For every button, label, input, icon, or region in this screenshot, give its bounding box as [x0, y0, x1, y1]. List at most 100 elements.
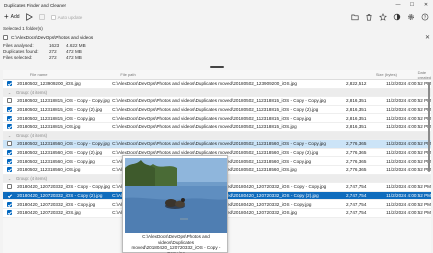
preview-caption: C:\AlexDocs\DevOps\Photos and videos\Dup… — [131, 234, 221, 253]
row-checkbox[interactable] — [6, 201, 12, 207]
date-cell: 11/2/2024 4:00:52 PM — [386, 193, 431, 199]
help-icon[interactable]: ? — [421, 13, 429, 21]
file-path-cell: C:\AlexDocs\DevOps\Photos and videos\Dup… — [112, 115, 312, 121]
row-checkbox[interactable] — [6, 184, 12, 190]
auto-update-checkbox[interactable]: Auto update — [50, 14, 83, 20]
remove-folder-icon[interactable]: ✕ — [425, 34, 430, 41]
chevron-down-icon[interactable]: ⌄ — [3, 176, 16, 181]
date-cell: 11/2/2024 4:00:52 PM — [386, 115, 431, 121]
date-cell: 11/2/2024 4:00:52 PM — [386, 124, 431, 130]
size-cell: 2,776,365 — [345, 158, 367, 164]
size-cell: 2,747,754 — [345, 201, 367, 207]
date-cell: 11/2/2024 4:00:52 PM — [386, 150, 431, 156]
header-date-created[interactable]: Date created — [410, 70, 431, 80]
trash-icon[interactable] — [365, 13, 373, 21]
file-name-cell: 20180502_112318815_iOS - Copy.jpg — [17, 115, 95, 121]
stop-icon — [38, 14, 45, 20]
date-cell: 11/2/2024 4:00:52 PM — [386, 98, 431, 104]
header-file-name[interactable]: File name — [16, 72, 119, 77]
file-path-cell: C:\AlexDocs\DevOps\Photos and videos\Dup… — [112, 81, 297, 87]
date-cell: 11/2/2024 4:00:52 PM — [386, 81, 431, 87]
date-cell: 11/2/2024 4:00:52 PM — [386, 184, 431, 190]
header-file-path[interactable]: File path — [119, 72, 366, 77]
date-cell: 11/2/2024 4:00:52 PM — [386, 210, 431, 216]
file-name-cell: 20180502_112318815_iOS - Copy - Copy.jpg — [17, 98, 110, 104]
folder-checkbox[interactable] — [3, 34, 8, 40]
file-name-cell: 20180420_120720332_iOS - Copy.jpg — [17, 201, 96, 207]
file-name-cell: 20180502_112318815_iOS - Copy (2).jpg — [17, 107, 103, 113]
file-path-cell: C:\AlexDocs\DevOps\Photos and videos\Dup… — [112, 141, 326, 147]
add-button[interactable]: + Add — [4, 13, 20, 21]
date-cell: 11/2/2024 4:00:52 PM — [386, 167, 431, 173]
row-checkbox[interactable] — [6, 107, 12, 113]
stats-panel: Files analysed: 1623 4.622 MB Duplicates… — [3, 43, 86, 60]
file-name-cell: 20180502_112318560_iOS - Copy (2).jpg — [17, 150, 103, 156]
auto-update-box — [50, 14, 56, 20]
size-cell: 2,816,351 — [345, 115, 367, 121]
stat-selected: Files selected: 272 472 MB — [3, 54, 82, 60]
plus-icon: + — [4, 12, 9, 21]
size-cell: 2,816,351 — [345, 124, 367, 130]
row-checkbox[interactable] — [6, 158, 12, 164]
gear-icon[interactable] — [407, 13, 415, 21]
row-checkbox[interactable] — [6, 167, 12, 173]
auto-update-label: Auto update — [57, 14, 83, 20]
splitter-handle[interactable] — [210, 66, 224, 68]
grid-scrollbar[interactable] — [428, 82, 430, 172]
group-header-row[interactable]: ⌄ Group: (4 items) — [3, 88, 431, 98]
group-label: Group: (4 items) — [16, 175, 48, 181]
folder-path: C:\AlexDocs\DevOps\Photos and videos — [11, 34, 94, 40]
row-checkbox[interactable] — [6, 81, 12, 87]
header-size[interactable]: Size (bytes) — [366, 72, 410, 77]
group-label: Group: (4 items) — [16, 89, 48, 95]
minimize-button[interactable]: — — [391, 0, 405, 10]
folder-icon[interactable] — [351, 13, 359, 21]
theme-icon[interactable] — [393, 13, 401, 21]
table-row[interactable]: 20180502_123909200_iOS.jpg C:\AlexDocs\De… — [3, 80, 431, 89]
table-row[interactable]: 20180502_112318815_iOS - Copy - Copy.jpg… — [3, 97, 431, 106]
stop-button[interactable] — [38, 13, 46, 21]
toolbar: + Add Auto update ? — [0, 10, 433, 24]
file-name-cell: 20180502_112318560_iOS.jpg — [17, 167, 81, 173]
file-path-cell: C:\AlexDocs\DevOps\Photos and videos\Dup… — [112, 98, 326, 104]
group-header-row[interactable]: ⌄ Group: (4 items) — [3, 131, 431, 141]
size-cell: 2,776,365 — [345, 167, 367, 173]
table-row[interactable]: 20180502_112318815_iOS - Copy.jpg C:\Alex… — [3, 114, 431, 123]
file-name-cell: 20180420_120720332_iOS.jpg — [17, 210, 81, 216]
close-window-button[interactable]: ✕ — [419, 0, 433, 10]
row-checkbox[interactable] — [6, 193, 12, 199]
row-checkbox[interactable] — [6, 141, 12, 147]
play-icon — [25, 13, 33, 21]
table-row[interactable]: 20180502_112318560_iOS - Copy - Copy.jpg… — [3, 140, 431, 149]
size-cell: 2,822,512 — [345, 81, 367, 87]
file-name-cell: 20180502_123909200_iOS.jpg — [17, 81, 81, 87]
file-name-cell: 20180420_120720332_iOS - Copy (2).jpg — [17, 193, 103, 199]
selected-folders-label: Selected 1 folder(s) — [3, 26, 43, 31]
maximize-button[interactable]: ☐ — [405, 0, 419, 10]
grid-header: File name File path Size (bytes) Date cr… — [3, 70, 431, 80]
date-cell: 11/2/2024 4:00:52 PM — [386, 107, 431, 113]
file-name-cell: 20180502_112318560_iOS - Copy.jpg — [17, 158, 95, 164]
chevron-down-icon[interactable]: ⌄ — [3, 90, 16, 95]
table-row[interactable]: 20180502_112318815_iOS.jpg C:\AlexDocs\De… — [3, 122, 431, 132]
date-cell: 11/2/2024 4:00:52 PM — [386, 158, 431, 164]
star-icon[interactable] — [379, 13, 387, 21]
date-cell: 11/2/2024 4:00:52 PM — [386, 141, 431, 147]
chevron-down-icon[interactable]: ⌄ — [3, 133, 16, 138]
row-checkbox[interactable] — [6, 115, 12, 121]
size-cell: 2,816,351 — [345, 107, 367, 113]
image-preview-tooltip: C:\AlexDocs\DevOps\Photos and videos\Dup… — [122, 155, 228, 253]
file-path-cell: C:\AlexDocs\DevOps\Photos and videos\Dup… — [112, 107, 319, 113]
row-checkbox[interactable] — [6, 150, 12, 156]
file-name-cell: 20180502_112318815_iOS.jpg — [17, 124, 81, 130]
start-scan-button[interactable] — [25, 13, 33, 21]
row-checkbox[interactable] — [6, 210, 12, 216]
file-name-cell: 20180420_120720332_iOS - Copy - Copy.jpg — [17, 184, 110, 190]
row-checkbox[interactable] — [6, 124, 12, 130]
size-cell: 2,776,365 — [345, 141, 367, 147]
size-cell: 2,747,754 — [345, 210, 367, 216]
row-checkbox[interactable] — [6, 98, 12, 104]
size-cell: 2,776,365 — [345, 150, 367, 156]
table-row[interactable]: 20180502_112318815_iOS - Copy (2).jpg C:\… — [3, 105, 431, 115]
preview-image — [125, 158, 227, 233]
